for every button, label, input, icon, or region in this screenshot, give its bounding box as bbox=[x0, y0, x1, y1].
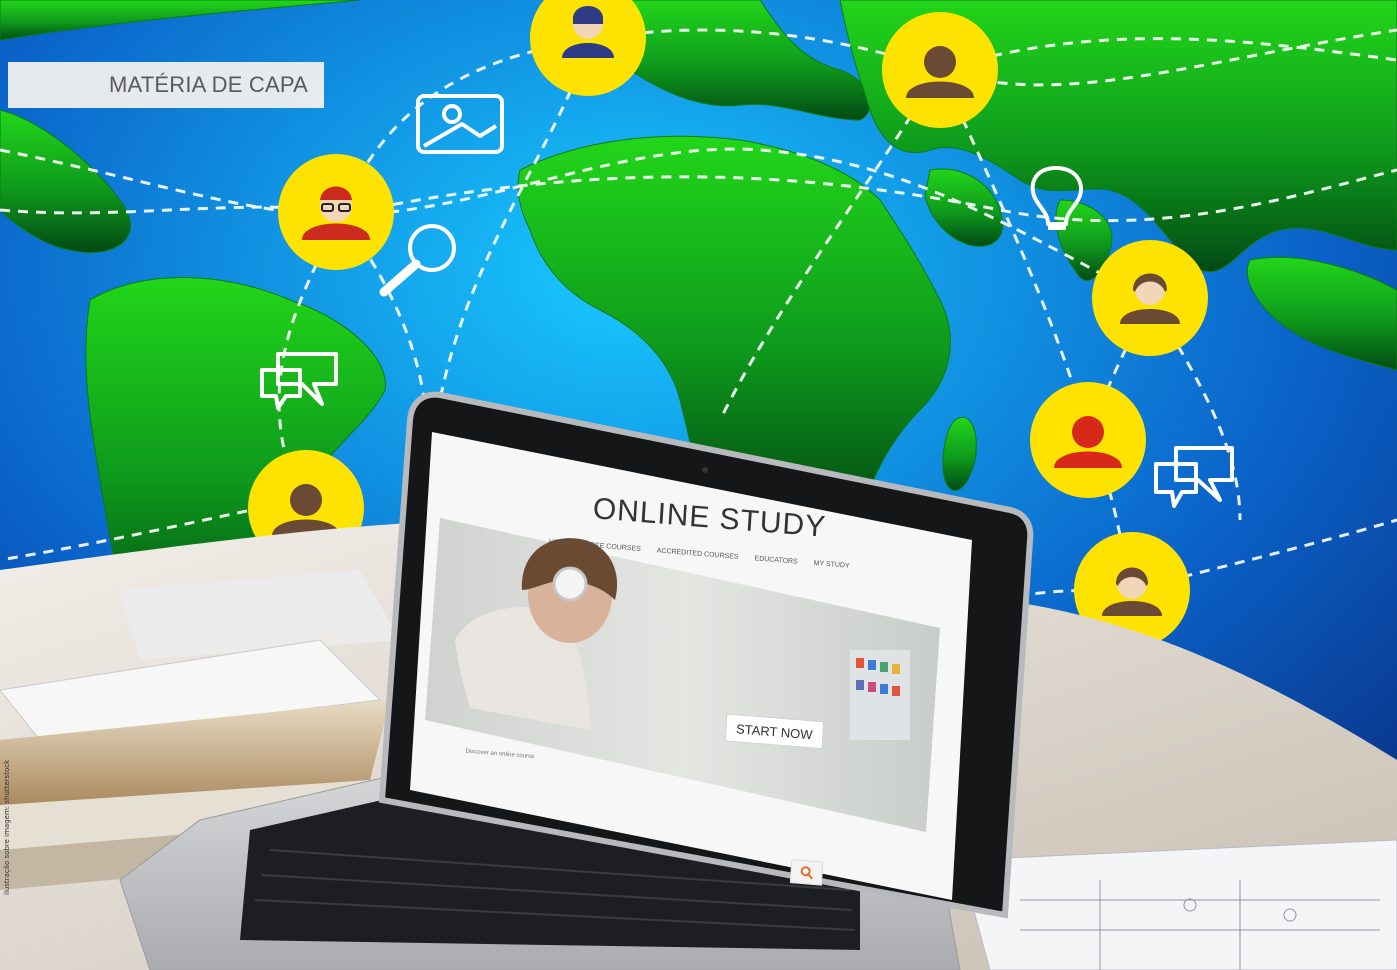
search-icon bbox=[800, 866, 813, 880]
search-hint: Discover an online course bbox=[465, 748, 535, 761]
site-title: ONLINE STUDY bbox=[591, 492, 828, 544]
nav-accredited-courses: ACCREDITED COURSES bbox=[656, 547, 739, 561]
search-button bbox=[789, 859, 824, 886]
cover-illustration: MATÉRIA DE CAPA ilustração sobre imagem:… bbox=[0, 0, 1397, 970]
start-now-button: START NOW bbox=[724, 713, 825, 750]
photo-credit: ilustração sobre imagem: shutterstock bbox=[3, 759, 11, 895]
nav-my-study: MY STUDY bbox=[813, 559, 850, 570]
site-nav: HOME FREE COURSES ACCREDITED COURSES EDU… bbox=[549, 539, 850, 570]
section-tag: MATÉRIA DE CAPA bbox=[8, 62, 324, 108]
nav-free-courses: FREE COURSES bbox=[585, 541, 641, 554]
nav-educators: EDUCATORS bbox=[754, 555, 798, 566]
nav-home: HOME bbox=[548, 538, 570, 548]
laptop-screen-website: ONLINE STUDY HOME FREE COURSES ACCREDITE… bbox=[430, 425, 976, 906]
